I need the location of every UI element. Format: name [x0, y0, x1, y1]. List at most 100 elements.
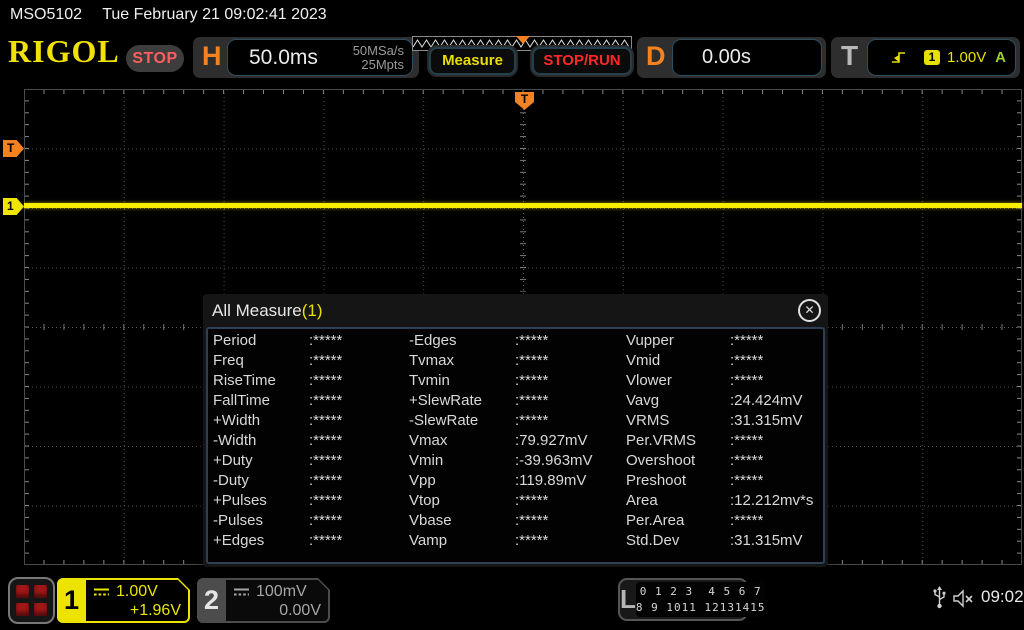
stop-run-button[interactable]: STOP/RUN: [532, 47, 632, 75]
horizontal-label: H: [202, 41, 222, 71]
memory-depth: 25Mpts: [361, 56, 404, 72]
logic-channels-button[interactable]: L 0 1 2 3 4 5 6 7 8 9 1011 12131415: [618, 578, 766, 621]
measure-label: Vlower: [626, 372, 672, 389]
measure-row: -SlewRate:*****: [409, 412, 626, 432]
trigger-label: T: [841, 40, 859, 71]
measure-row: Overshoot:*****: [626, 452, 823, 472]
measure-row: Per.VRMS:*****: [626, 432, 823, 452]
measure-row: Tvmin:*****: [409, 372, 626, 392]
measure-label: Vmid: [626, 352, 661, 369]
measure-label: Std.Dev: [626, 532, 680, 549]
measure-value: :*****: [309, 372, 343, 389]
measure-value: :*****: [309, 392, 343, 409]
preview-trigger-position-icon[interactable]: [516, 36, 530, 44]
dc-coupling-icon: [93, 587, 110, 597]
trigger-level-value: 1.00V: [947, 49, 987, 66]
measure-row: Vtop:*****: [409, 492, 626, 512]
measure-label: Preshoot: [626, 472, 687, 489]
measure-row: FallTime :*****: [213, 392, 409, 412]
menu-grid-icon: [16, 585, 29, 598]
speaker-muted-icon[interactable]: [952, 589, 976, 608]
measure-value: :*****: [309, 332, 343, 349]
measure-row: Vmin :-39.963mV: [409, 452, 626, 472]
measure-label: FallTime: [213, 392, 270, 409]
channel1-offset: +1.96V: [129, 602, 181, 619]
measure-value: :31.315mV: [730, 412, 803, 429]
status-bar: MSO5102 Tue February 21 09:02:41 2023: [0, 0, 1024, 30]
measure-row: Preshoot :*****: [626, 472, 823, 492]
all-measure-popup: All Measure(1) ✕ Period:***** Freq:***** R…: [203, 294, 828, 567]
measure-value: :*****: [309, 532, 343, 549]
timebase-value: 50.0ms: [249, 45, 318, 69]
measure-row: +Edges :*****: [213, 532, 409, 552]
measure-row: Period:*****: [213, 332, 409, 352]
trigger-edge-icon: [892, 52, 905, 63]
measure-button[interactable]: Measure: [429, 47, 516, 75]
measure-row: Per.Area:*****: [626, 512, 823, 532]
measure-label: Vmin: [409, 452, 444, 469]
bottom-bar: 1 1.00V +1.96V 2 100mV 0.00V L 0 1 2 3 4…: [0, 570, 1024, 630]
channel1-scale: 1.00V: [116, 583, 158, 600]
measure-label: Tvmax: [409, 352, 454, 369]
close-icon[interactable]: ✕: [798, 299, 821, 322]
measure-value: :79.927mV: [515, 432, 588, 449]
measure-label: +Edges: [213, 532, 265, 549]
measure-row: Vmax:79.927mV: [409, 432, 626, 452]
measure-value: :*****: [515, 532, 549, 549]
measure-value: :*****: [309, 472, 343, 489]
oscilloscope-screen: MSO5102 Tue February 21 09:02:41 2023 RI…: [0, 0, 1024, 630]
delay-control[interactable]: D 0.00s: [637, 37, 826, 78]
delay-value: 0.00s: [702, 46, 751, 68]
channel1-readout: 1.00V +1.96V: [86, 580, 188, 621]
measure-row: Std.Dev:31.315mV: [626, 532, 823, 552]
run-state-badge[interactable]: STOP: [126, 45, 184, 72]
popup-title-text: All Measure: [212, 301, 302, 320]
trigger-level-marker[interactable]: T: [3, 140, 24, 157]
logic-row-high: 8 9 1011 12131415: [635, 600, 766, 614]
popup-measure-count: (1): [301, 301, 323, 320]
measure-value: :*****: [730, 332, 764, 349]
trigger-control[interactable]: T 1 1.00V A: [831, 37, 1020, 78]
measure-column: Period:***** Freq:***** RiseTime:***** Fall…: [213, 332, 409, 562]
logic-channel-list: 0 1 2 3 4 5 6 7 8 9 1011 12131415: [635, 582, 766, 617]
measure-label: +Width: [213, 412, 261, 429]
measure-value: :*****: [309, 512, 343, 529]
measure-value: :119.89mV: [515, 472, 587, 489]
menu-grid-icon: [34, 603, 47, 616]
measure-row: Tvmax:*****: [409, 352, 626, 372]
measure-label: VRMS: [626, 412, 670, 429]
measure-row: Vbase :*****: [409, 512, 626, 532]
measure-row: RiseTime :*****: [213, 372, 409, 392]
menu-grid-button[interactable]: [8, 577, 55, 624]
menu-grid-icon: [16, 603, 29, 616]
measure-label: RiseTime: [213, 372, 276, 389]
measure-value: :*****: [515, 332, 549, 349]
sample-rate: 50MSa/s: [352, 42, 404, 58]
channel1-status-button[interactable]: 1 1.00V +1.96V: [57, 578, 190, 623]
horizontal-readout: 50.0ms 50MSa/s 25Mpts: [227, 39, 413, 76]
logic-label: L: [620, 584, 636, 614]
measure-value: :*****: [730, 432, 764, 449]
measure-label: -Duty: [213, 472, 249, 489]
channel2-offset: 0.00V: [279, 602, 321, 619]
measure-value: :*****: [515, 512, 549, 529]
measure-value: :*****: [309, 432, 343, 449]
measure-value: :*****: [730, 472, 764, 489]
measure-value: :*****: [730, 352, 764, 369]
measure-label: -SlewRate: [409, 412, 479, 429]
measure-value: :-39.963mV: [515, 452, 593, 469]
channel2-status-button[interactable]: 2 100mV 0.00V: [197, 578, 330, 623]
channel1-offset-marker[interactable]: 1: [3, 198, 24, 215]
horizontal-control[interactable]: H 50.0ms 50MSa/s 25Mpts: [193, 37, 419, 78]
measure-row: Freq:*****: [213, 352, 409, 372]
measure-label: Vbase: [409, 512, 452, 529]
measure-row: VRMS :31.315mV: [626, 412, 823, 432]
channel2-scale: 100mV: [256, 583, 307, 600]
measure-row: +Duty:*****: [213, 452, 409, 472]
measure-label: +SlewRate: [409, 392, 482, 409]
measure-value: :*****: [730, 512, 764, 529]
rigol-logo: RIGOL: [8, 33, 120, 69]
channel2-number: 2: [203, 585, 220, 615]
measure-value: :24.424mV: [730, 392, 803, 409]
measure-value: :*****: [515, 392, 549, 409]
